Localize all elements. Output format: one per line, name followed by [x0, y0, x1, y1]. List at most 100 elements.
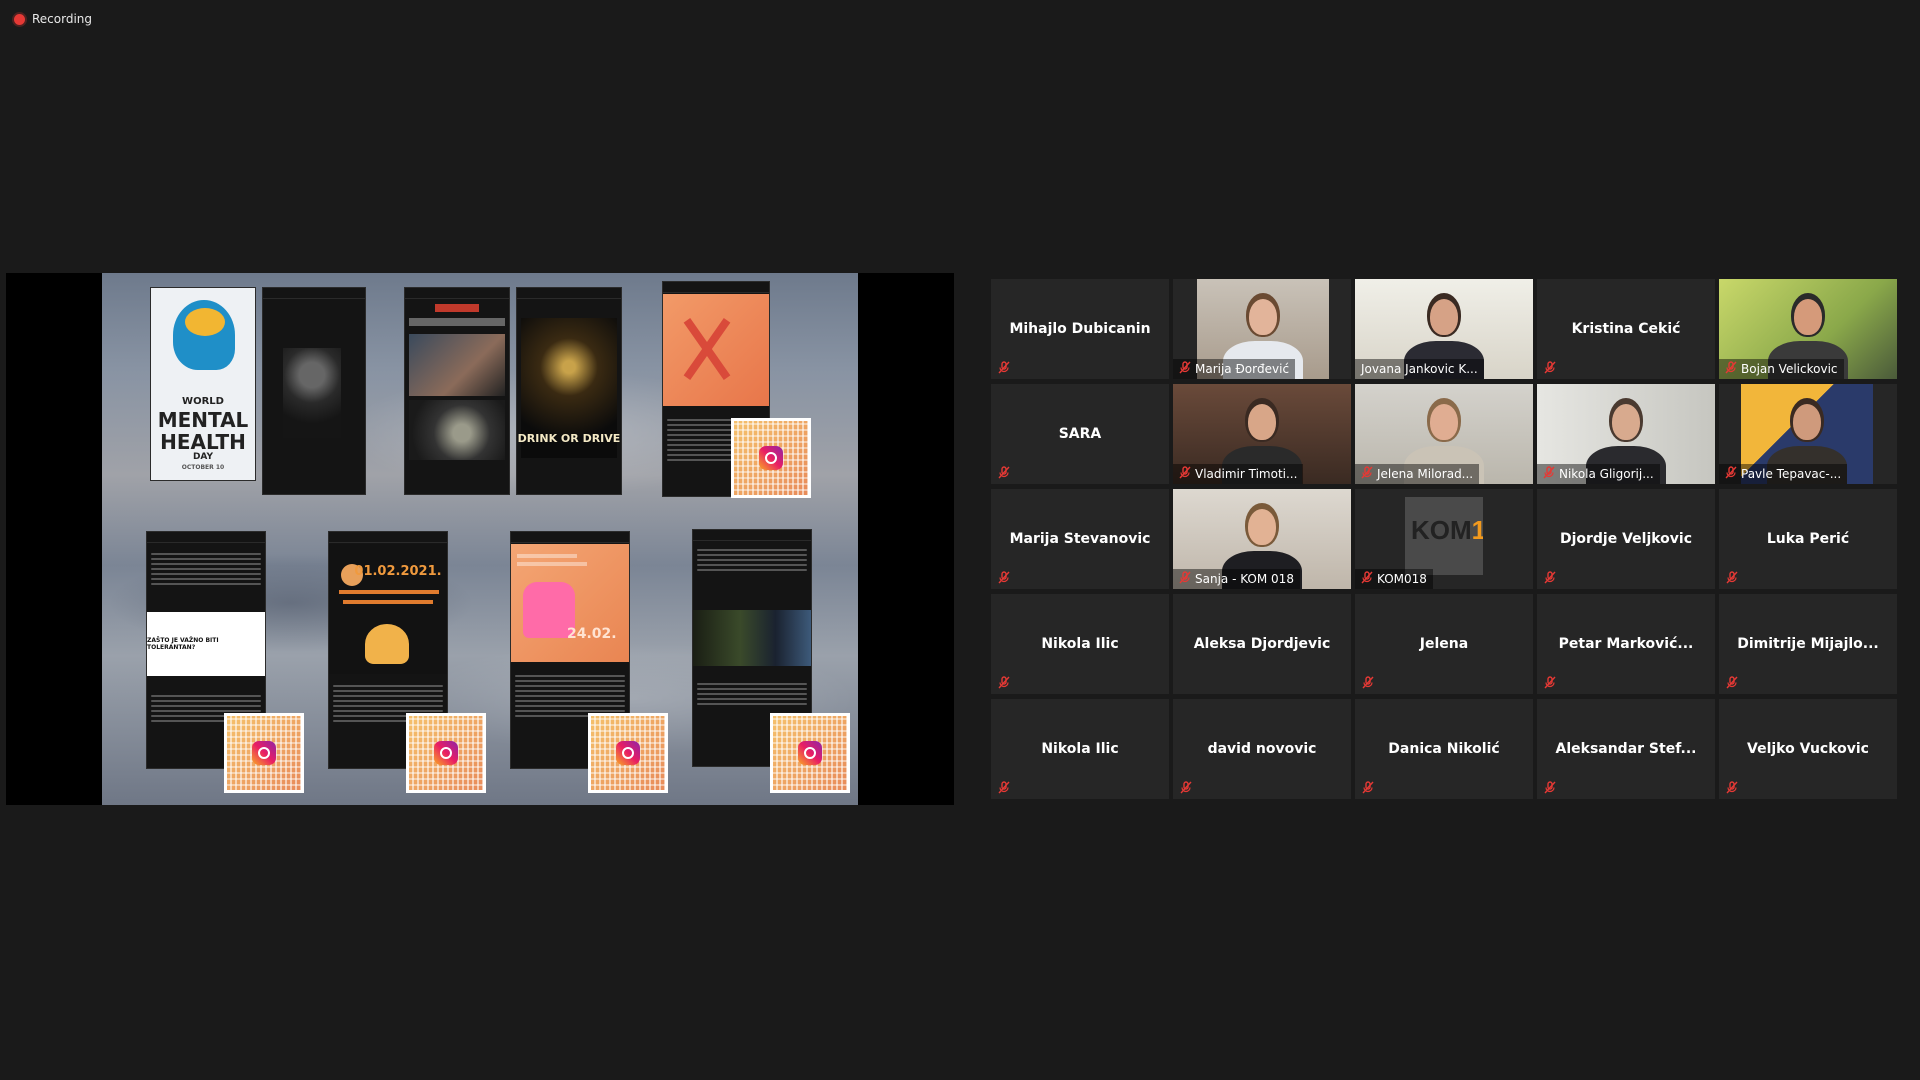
mic-muted-icon: [1725, 466, 1737, 482]
mental-line5: OCTOBER 10: [181, 464, 225, 471]
participant-name-label: Jovana Jankovic K...: [1355, 359, 1484, 379]
participant-name: Kristina Cekić: [1571, 321, 1681, 337]
participant-tile[interactable]: Mihajlo Dubicanin: [991, 279, 1169, 379]
participant-tile[interactable]: Luka Perić: [1719, 489, 1897, 589]
mic-muted-icon: [1725, 780, 1739, 794]
participant-video: KOM18: [1405, 497, 1483, 575]
mic-muted-icon: [997, 570, 1011, 584]
participant-tile[interactable]: david novovic: [1173, 699, 1351, 799]
participant-tile[interactable]: Vladimir Timoti...: [1173, 384, 1351, 484]
participant-name-label: Marija Đorđević: [1173, 359, 1296, 379]
mic-muted-icon: [1361, 780, 1375, 794]
mic-muted-icon: [997, 780, 1011, 794]
tolerance-text: ZAŠTO JE VAŽNO BITI TOLERANTAN?: [147, 637, 219, 651]
participant-tile[interactable]: Nikola Gligorij...: [1537, 384, 1715, 484]
mic-muted-icon: [1361, 675, 1375, 689]
participant-name: Nikola Ilic: [1041, 636, 1119, 652]
participant-tile[interactable]: Marija Stevanovic: [991, 489, 1169, 589]
participant-name-label: Jelena Milorad...: [1355, 464, 1480, 484]
poster-drink-drive: DRINK OR DRIVE: [516, 287, 622, 495]
participant-tile[interactable]: Dimitrije Mijajlo...: [1719, 594, 1897, 694]
participant-tile[interactable]: KOM18 KOM018: [1355, 489, 1533, 589]
participant-tile[interactable]: Bojan Velickovic: [1719, 279, 1897, 379]
qr-code: [406, 713, 486, 793]
participant-tile[interactable]: Jelena: [1355, 594, 1533, 694]
participant-name: Dimitrije Mijajlo...: [1737, 636, 1879, 652]
date-poster-2: 24.02.: [567, 626, 617, 642]
qr-code: [731, 418, 811, 498]
instagram-icon: [798, 741, 822, 765]
participant-tile[interactable]: Pavle Tepavac-...: [1719, 384, 1897, 484]
participant-name: Jovana Jankovic K...: [1361, 362, 1478, 376]
participant-name-label: Pavle Tepavac-...: [1719, 464, 1848, 484]
participant-name-label: Sanja - KOM 018: [1173, 569, 1300, 589]
mic-muted-icon: [997, 675, 1011, 689]
recording-label: Recording: [32, 12, 93, 26]
mental-line2: MENTAL: [157, 408, 249, 432]
mic-muted-icon: [1361, 466, 1373, 482]
participant-tile[interactable]: Djordje Veljkovic: [1537, 489, 1715, 589]
head-brain-icon: [173, 300, 235, 370]
participant-name: Danica Nikolić: [1388, 741, 1500, 757]
mental-line1: WORLD: [182, 396, 224, 407]
participant-tile[interactable]: Jovana Jankovic K...: [1355, 279, 1533, 379]
participant-name: Petar Marković...: [1558, 636, 1694, 652]
mental-line4: DAY: [192, 452, 214, 462]
participant-name: Nikola Gligorij...: [1559, 467, 1654, 481]
participant-name: Mihajlo Dubicanin: [1009, 321, 1151, 337]
mic-muted-icon: [1179, 780, 1193, 794]
participant-tile[interactable]: Jelena Milorad...: [1355, 384, 1533, 484]
participant-tile[interactable]: Sanja - KOM 018: [1173, 489, 1351, 589]
shared-screen[interactable]: WORLD MENTAL HEALTH DAY OCTOBER 10 DRINK…: [6, 273, 954, 805]
participant-tile[interactable]: Nikola Ilic: [991, 699, 1169, 799]
participant-tile[interactable]: Danica Nikolić: [1355, 699, 1533, 799]
qr-code: [588, 713, 668, 793]
participant-name: Aleksa Djordjevic: [1193, 636, 1331, 652]
qr-code: [224, 713, 304, 793]
participant-name: Nikola Ilic: [1041, 741, 1119, 757]
participant-tile[interactable]: SARA: [991, 384, 1169, 484]
participant-tile[interactable]: Aleksandar Stef...: [1537, 699, 1715, 799]
participant-name: Luka Perić: [1766, 531, 1850, 547]
mic-muted-icon: [1179, 361, 1191, 377]
recording-dot-icon: [14, 13, 25, 25]
mic-muted-icon: [997, 465, 1011, 479]
participant-tile[interactable]: Aleksa Djordjevic: [1173, 594, 1351, 694]
mic-muted-icon: [1543, 466, 1555, 482]
poster-portrait: [262, 287, 366, 495]
participant-name: Djordje Veljkovic: [1559, 531, 1693, 547]
shared-slide: WORLD MENTAL HEALTH DAY OCTOBER 10 DRINK…: [102, 273, 858, 805]
participant-name: Jelena: [1419, 636, 1469, 652]
participant-tile[interactable]: Veljko Vuckovic: [1719, 699, 1897, 799]
poster-kamen: [404, 287, 510, 495]
participant-name: david novovic: [1207, 741, 1317, 757]
participant-name: Sanja - KOM 018: [1195, 572, 1294, 586]
date-poster-1: 01.02.2021.: [354, 564, 442, 579]
kom-logo-icon: KOM18: [1411, 515, 1483, 545]
instagram-icon: [434, 741, 458, 765]
participant-name: Pavle Tepavac-...: [1741, 467, 1842, 481]
poster-mental-health: WORLD MENTAL HEALTH DAY OCTOBER 10: [150, 287, 256, 481]
participant-name: Bojan Velickovic: [1741, 362, 1838, 376]
participant-tile[interactable]: Petar Marković...: [1537, 594, 1715, 694]
instagram-icon: [616, 741, 640, 765]
participant-name: Jelena Milorad...: [1377, 467, 1474, 481]
recording-indicator[interactable]: Recording: [14, 12, 92, 26]
participant-name-label: Bojan Velickovic: [1719, 359, 1844, 379]
participant-name: Vladimir Timoti...: [1195, 467, 1298, 481]
mic-muted-icon: [1725, 675, 1739, 689]
participant-name: KOM018: [1377, 572, 1427, 586]
participant-tile[interactable]: Marija Đorđević: [1173, 279, 1351, 379]
mic-muted-icon: [997, 360, 1011, 374]
participant-name-label: Vladimir Timoti...: [1173, 464, 1304, 484]
participant-tile[interactable]: Nikola Ilic: [991, 594, 1169, 694]
instagram-icon: [252, 741, 276, 765]
participant-name: Veljko Vuckovic: [1747, 741, 1869, 757]
mic-muted-icon: [1725, 361, 1737, 377]
drink-drive-text: DRINK OR DRIVE: [517, 432, 621, 445]
mic-muted-icon: [1179, 571, 1191, 587]
participant-name: Marija Đorđević: [1195, 362, 1290, 376]
participant-name: SARA: [1058, 426, 1102, 442]
participant-tile[interactable]: Kristina Cekić: [1537, 279, 1715, 379]
participant-name: Aleksandar Stef...: [1555, 741, 1697, 757]
